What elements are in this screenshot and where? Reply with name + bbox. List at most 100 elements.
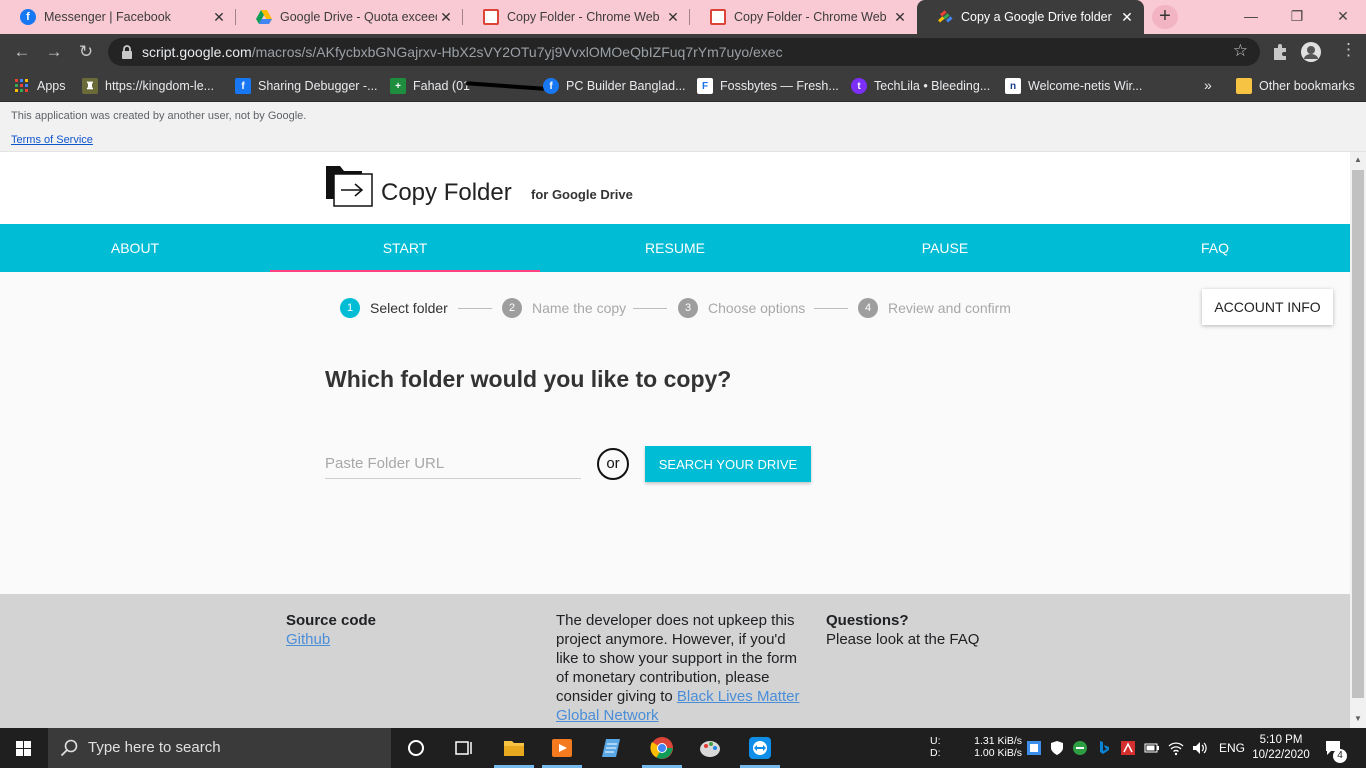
bookmark-pc-builder[interactable]: f PC Builder Banglad... bbox=[543, 77, 686, 95]
step-select-folder: 1 Select folder bbox=[340, 298, 448, 318]
step-number: 4 bbox=[858, 298, 878, 318]
menu-kebab-icon[interactable]: ⋮ bbox=[1340, 40, 1357, 60]
close-icon[interactable]: ✕ bbox=[437, 9, 455, 26]
clock-date: 10/22/2020 bbox=[1252, 749, 1310, 761]
github-link[interactable]: Github bbox=[286, 631, 330, 648]
battery-icon[interactable] bbox=[1144, 740, 1160, 756]
minimize-icon[interactable]: — bbox=[1228, 0, 1274, 34]
footer-source: Source code Github bbox=[286, 611, 526, 649]
bookmark-techlila[interactable]: t TechLila • Bleeding... bbox=[851, 77, 990, 95]
language-indicator[interactable]: ENG bbox=[1219, 741, 1245, 768]
scroll-up-icon[interactable]: ▲ bbox=[1350, 155, 1366, 164]
profile-avatar[interactable] bbox=[1301, 42, 1321, 62]
extensions-puzzle-icon[interactable] bbox=[1270, 42, 1290, 62]
browser-tab-active[interactable]: Copy a Google Drive folder ✕ bbox=[917, 0, 1144, 34]
scroll-down-icon[interactable]: ▼ bbox=[1350, 714, 1366, 723]
tray-sync-icon[interactable] bbox=[1072, 740, 1088, 756]
nav-tab-resume[interactable]: RESUME bbox=[540, 224, 810, 272]
bookmark-fahad[interactable]: + Fahad (01 bbox=[390, 77, 545, 95]
search-drive-button[interactable]: SEARCH YOUR DRIVE bbox=[645, 446, 811, 482]
teamviewer-icon[interactable] bbox=[748, 736, 772, 760]
bookmark-apps[interactable]: Apps bbox=[14, 77, 66, 95]
step-number: 2 bbox=[502, 298, 522, 318]
restore-icon[interactable]: ❐ bbox=[1274, 0, 1320, 34]
folder-url-input[interactable] bbox=[325, 449, 581, 479]
cortana-icon[interactable] bbox=[404, 736, 428, 760]
browser-toolbar: ← → ↻ script.google.com/macros/s/AKfycbx… bbox=[0, 34, 1366, 70]
chrome-icon[interactable] bbox=[650, 736, 674, 760]
terms-of-service-link[interactable]: Terms of Service bbox=[11, 134, 93, 146]
address-bar[interactable]: script.google.com/macros/s/AKfycbxbGNGaj… bbox=[108, 38, 1260, 66]
close-icon[interactable]: ✕ bbox=[1118, 9, 1136, 26]
media-player-icon[interactable] bbox=[550, 736, 574, 760]
windows-taskbar: Type here to search U: D: 1.31 KiB/s 1.0… bbox=[0, 728, 1366, 768]
facebook-icon: f bbox=[543, 78, 559, 94]
bookmarks-bar: Apps ♜ https://kingdom-le... f Sharing D… bbox=[0, 70, 1366, 102]
browser-tab[interactable]: f Messenger | Facebook ✕ bbox=[0, 0, 236, 34]
bookmark-label: Apps bbox=[37, 79, 66, 93]
nav-tab-faq[interactable]: FAQ bbox=[1080, 224, 1350, 272]
taskbar-clock[interactable]: 5:10 PM 10/22/2020 bbox=[1250, 733, 1312, 768]
plus-cross-icon: + bbox=[390, 78, 406, 94]
notepad-icon[interactable] bbox=[600, 736, 624, 760]
bookmark-label: Welcome-netis Wir... bbox=[1028, 79, 1143, 93]
browser-tab-strip: f Messenger | Facebook ✕ Google Drive - … bbox=[0, 0, 1366, 34]
browser-tab[interactable]: Copy Folder - Chrome Web Store ✕ bbox=[690, 0, 917, 34]
nav-tab-start[interactable]: START bbox=[270, 224, 540, 272]
close-icon[interactable]: ✕ bbox=[891, 9, 909, 26]
account-info-button[interactable]: ACCOUNT INFO bbox=[1202, 289, 1333, 325]
bookmark-star-icon[interactable]: ☆ bbox=[1233, 41, 1248, 61]
facebook-icon: f bbox=[235, 78, 251, 94]
fossbytes-icon: F bbox=[697, 78, 713, 94]
bookmark-label: TechLila • Bleeding... bbox=[874, 79, 991, 93]
browser-tab[interactable]: Copy Folder - Chrome Web Store ✕ bbox=[463, 0, 690, 34]
volume-icon[interactable] bbox=[1191, 740, 1207, 756]
wifi-icon[interactable] bbox=[1168, 740, 1184, 756]
tray-app-icon[interactable] bbox=[1026, 740, 1042, 756]
step-label: Choose options bbox=[708, 300, 806, 316]
new-tab-button[interactable]: + bbox=[1152, 5, 1178, 29]
task-view-icon[interactable] bbox=[452, 736, 476, 760]
app-subtitle: for Google Drive bbox=[531, 187, 633, 202]
windows-start-icon[interactable] bbox=[0, 728, 48, 768]
tab-title: Copy Folder - Chrome Web Store bbox=[507, 10, 664, 24]
browser-tab[interactable]: Google Drive - Quota exceeded ✕ bbox=[236, 0, 463, 34]
bing-icon[interactable] bbox=[1096, 740, 1112, 756]
paint-icon[interactable] bbox=[698, 736, 722, 760]
forward-arrow-icon[interactable]: → bbox=[42, 40, 66, 64]
chevron-right-icon[interactable]: » bbox=[1204, 77, 1212, 93]
google-drive-icon bbox=[256, 9, 272, 25]
taskbar-search-box[interactable]: Type here to search bbox=[48, 728, 391, 768]
page-scrollbar[interactable]: ▲ ▼ bbox=[1350, 152, 1366, 728]
tab-title: Copy Folder - Chrome Web Store bbox=[734, 10, 891, 24]
search-icon bbox=[60, 739, 78, 757]
reload-icon[interactable]: ↻ bbox=[74, 40, 98, 64]
file-explorer-icon[interactable] bbox=[502, 736, 526, 760]
url-host: script.google.com bbox=[142, 44, 252, 60]
nav-tab-about[interactable]: ABOUT bbox=[0, 224, 270, 272]
acrobat-icon[interactable] bbox=[1120, 740, 1136, 756]
step-label: Select folder bbox=[370, 300, 448, 316]
bookmark-other[interactable]: Other bookmarks bbox=[1236, 77, 1355, 95]
bookmark-netis[interactable]: n Welcome-netis Wir... bbox=[1005, 77, 1142, 95]
bookmark-sharing-debugger[interactable]: f Sharing Debugger -... bbox=[235, 77, 378, 95]
bookmark-fossbytes[interactable]: F Fossbytes — Fresh... bbox=[697, 77, 839, 95]
window-close-icon[interactable]: ✕ bbox=[1320, 0, 1366, 34]
questions-text: Please look at the FAQ bbox=[826, 631, 980, 648]
bookmark-label: https://kingdom-le... bbox=[105, 79, 215, 93]
close-icon[interactable]: ✕ bbox=[210, 9, 228, 26]
chrome-web-store-icon bbox=[483, 9, 499, 25]
bookmark-label: Fossbytes — Fresh... bbox=[720, 79, 839, 93]
bookmark-kingdom[interactable]: ♜ https://kingdom-le... bbox=[82, 77, 214, 95]
net-monitor-values: 1.31 KiB/s 1.00 KiB/s bbox=[966, 735, 1022, 768]
redaction-scribble bbox=[465, 81, 545, 91]
back-arrow-icon[interactable]: ← bbox=[10, 40, 34, 64]
apps-script-notice: This application was created by another … bbox=[0, 102, 1366, 152]
scrollbar-thumb[interactable] bbox=[1352, 170, 1364, 698]
bookmark-label: Fahad (01 bbox=[413, 79, 470, 93]
net-down-speed: 1.00 KiB/s bbox=[974, 747, 1022, 759]
shield-icon[interactable] bbox=[1049, 740, 1065, 756]
footer-support: The developer does not upkeep this proje… bbox=[556, 611, 812, 725]
nav-tab-pause[interactable]: PAUSE bbox=[810, 224, 1080, 272]
close-icon[interactable]: ✕ bbox=[664, 9, 682, 26]
